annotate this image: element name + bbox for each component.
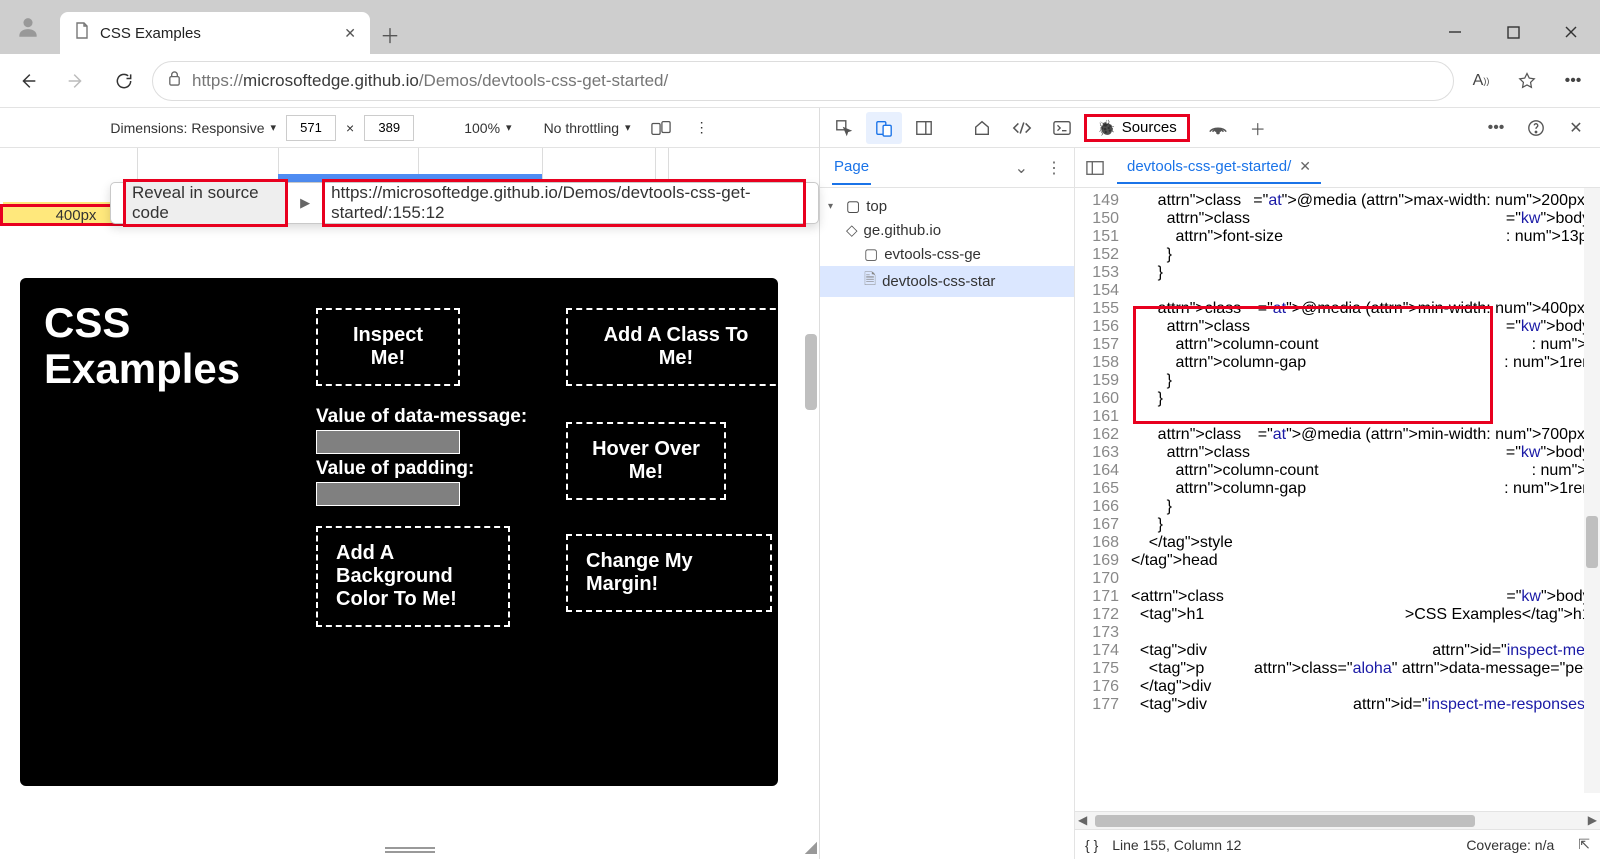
file-tab[interactable]: devtools-css-get-started/✕ bbox=[1117, 151, 1321, 184]
width-input[interactable] bbox=[286, 115, 336, 141]
resize-handle-bottom[interactable] bbox=[385, 847, 435, 855]
sources-navigator: Page ⌄ ⋮ ▾▢top ◇ge.github.io ▢evtools-cs… bbox=[820, 148, 1075, 859]
minimize-button[interactable] bbox=[1426, 10, 1484, 54]
hover-box[interactable]: Hover Over Me! bbox=[566, 422, 726, 500]
padding-label: Value of padding: bbox=[316, 458, 474, 480]
reload-button[interactable] bbox=[104, 61, 144, 101]
page-tab[interactable]: Page bbox=[832, 150, 871, 185]
settings-icon[interactable]: ••• bbox=[1478, 112, 1514, 144]
new-tab-button[interactable]: ＋ bbox=[370, 14, 410, 54]
media-query-popup: Reveal in source code ▶ https://microsof… bbox=[110, 182, 819, 224]
data-message-label: Value of data-message: bbox=[316, 406, 527, 428]
close-tab-icon[interactable]: ✕ bbox=[340, 21, 360, 46]
back-button[interactable] bbox=[8, 61, 48, 101]
profile-icon[interactable] bbox=[6, 5, 50, 49]
pretty-print-icon[interactable]: { } bbox=[1085, 837, 1098, 853]
change-margin-box[interactable]: Change My Margin! bbox=[566, 534, 772, 612]
throttling-dropdown[interactable]: No throttling bbox=[544, 120, 631, 136]
rotate-icon[interactable] bbox=[651, 120, 671, 136]
device-more-icon[interactable]: ⋮ bbox=[695, 119, 709, 136]
padding-field[interactable] bbox=[316, 482, 460, 506]
rendered-page: CSSExamples Inspect Me! Add A Class To M… bbox=[20, 278, 778, 786]
tab-title: CSS Examples bbox=[100, 25, 330, 42]
favorite-icon[interactable] bbox=[1508, 62, 1546, 100]
browser-tab[interactable]: CSS Examples ✕ bbox=[60, 12, 370, 54]
more-tabs-icon[interactable]: ＋ bbox=[1240, 112, 1276, 144]
navigator-dropdown-icon[interactable]: ⌄ bbox=[1015, 158, 1028, 178]
welcome-icon[interactable] bbox=[964, 112, 1000, 144]
code-editor[interactable]: ▲ 149 attrn">class="at">@media (attrn">m… bbox=[1075, 188, 1600, 811]
close-file-icon[interactable]: ✕ bbox=[1299, 158, 1311, 175]
sources-tab[interactable]: Sources bbox=[1084, 114, 1190, 142]
close-devtools-icon[interactable]: ✕ bbox=[1558, 112, 1594, 144]
inspect-element-icon[interactable] bbox=[826, 112, 862, 144]
chevron-right-icon: ▶ bbox=[300, 195, 310, 211]
elements-icon[interactable] bbox=[1004, 112, 1040, 144]
source-location-link[interactable]: https://microsoftedge.github.io/Demos/de… bbox=[322, 179, 806, 227]
editor-tabstrip: devtools-css-get-started/✕ bbox=[1075, 148, 1600, 188]
devtools-panel: Sources ＋ ••• ✕ Page ⌄ ⋮ ▾▢top bbox=[819, 108, 1600, 859]
network-icon[interactable] bbox=[1200, 112, 1236, 144]
navigator-more-icon[interactable]: ⋮ bbox=[1046, 158, 1062, 178]
device-viewport: Dimensions: Responsive × 100% No throttl… bbox=[0, 108, 819, 859]
device-toggle-icon[interactable] bbox=[866, 112, 902, 144]
devtools-toolbar: Sources ＋ ••• ✕ bbox=[820, 108, 1600, 148]
tree-top[interactable]: ▾▢top bbox=[820, 194, 1074, 218]
highlighted-media-query bbox=[1133, 306, 1493, 424]
cursor-position: Line 155, Column 12 bbox=[1112, 837, 1241, 853]
dimensions-dropdown[interactable]: Dimensions: Responsive bbox=[110, 120, 276, 136]
address-bar[interactable]: https://microsoftedge.github.io/Demos/de… bbox=[152, 61, 1454, 101]
popout-icon[interactable]: ⇱ bbox=[1578, 836, 1590, 853]
console-icon[interactable] bbox=[1044, 112, 1080, 144]
editor-statusbar: { } Line 155, Column 12 Coverage: n/a ⇱ bbox=[1075, 829, 1600, 859]
tree-folder[interactable]: ▢evtools-css-ge bbox=[820, 242, 1074, 266]
browser-titlebar: CSS Examples ✕ ＋ bbox=[0, 0, 1600, 54]
menu-icon[interactable]: ••• bbox=[1554, 62, 1592, 100]
dock-side-icon[interactable] bbox=[906, 112, 942, 144]
help-icon[interactable] bbox=[1518, 112, 1554, 144]
page-icon bbox=[74, 22, 90, 45]
editor-hscroll[interactable]: ◀▶ bbox=[1075, 811, 1600, 829]
close-window-button[interactable] bbox=[1542, 10, 1600, 54]
editor-vscroll[interactable] bbox=[1586, 516, 1598, 568]
inspect-me-box[interactable]: Inspect Me! bbox=[316, 308, 460, 386]
viewport-scrollbar[interactable] bbox=[805, 334, 817, 410]
add-bg-box[interactable]: Add A Background Color To Me! bbox=[316, 526, 510, 627]
zoom-dropdown[interactable]: 100% bbox=[464, 120, 511, 136]
times-label: × bbox=[346, 120, 354, 136]
reveal-in-source-button[interactable]: Reveal in source code bbox=[123, 179, 288, 227]
tree-origin[interactable]: ◇ge.github.io bbox=[820, 218, 1074, 242]
add-class-box[interactable]: Add A Class To Me! bbox=[566, 308, 786, 386]
read-aloud-icon[interactable]: A)) bbox=[1462, 62, 1500, 100]
device-toolbar: Dimensions: Responsive × 100% No throttl… bbox=[0, 108, 819, 148]
coverage-status: Coverage: n/a bbox=[1466, 837, 1554, 853]
maximize-button[interactable] bbox=[1484, 10, 1542, 54]
toggle-navigator-icon[interactable] bbox=[1081, 154, 1109, 182]
browser-navbar: https://microsoftedge.github.io/Demos/de… bbox=[0, 54, 1600, 108]
height-input[interactable] bbox=[364, 115, 414, 141]
forward-button[interactable] bbox=[56, 61, 96, 101]
resize-handle-corner[interactable]: ◢ bbox=[805, 837, 817, 857]
url-text: https://microsoftedge.github.io/Demos/de… bbox=[192, 71, 668, 91]
data-message-field[interactable] bbox=[316, 430, 460, 454]
lock-icon bbox=[167, 70, 182, 92]
tree-file[interactable]: 🗎devtools-css-star bbox=[820, 266, 1074, 297]
